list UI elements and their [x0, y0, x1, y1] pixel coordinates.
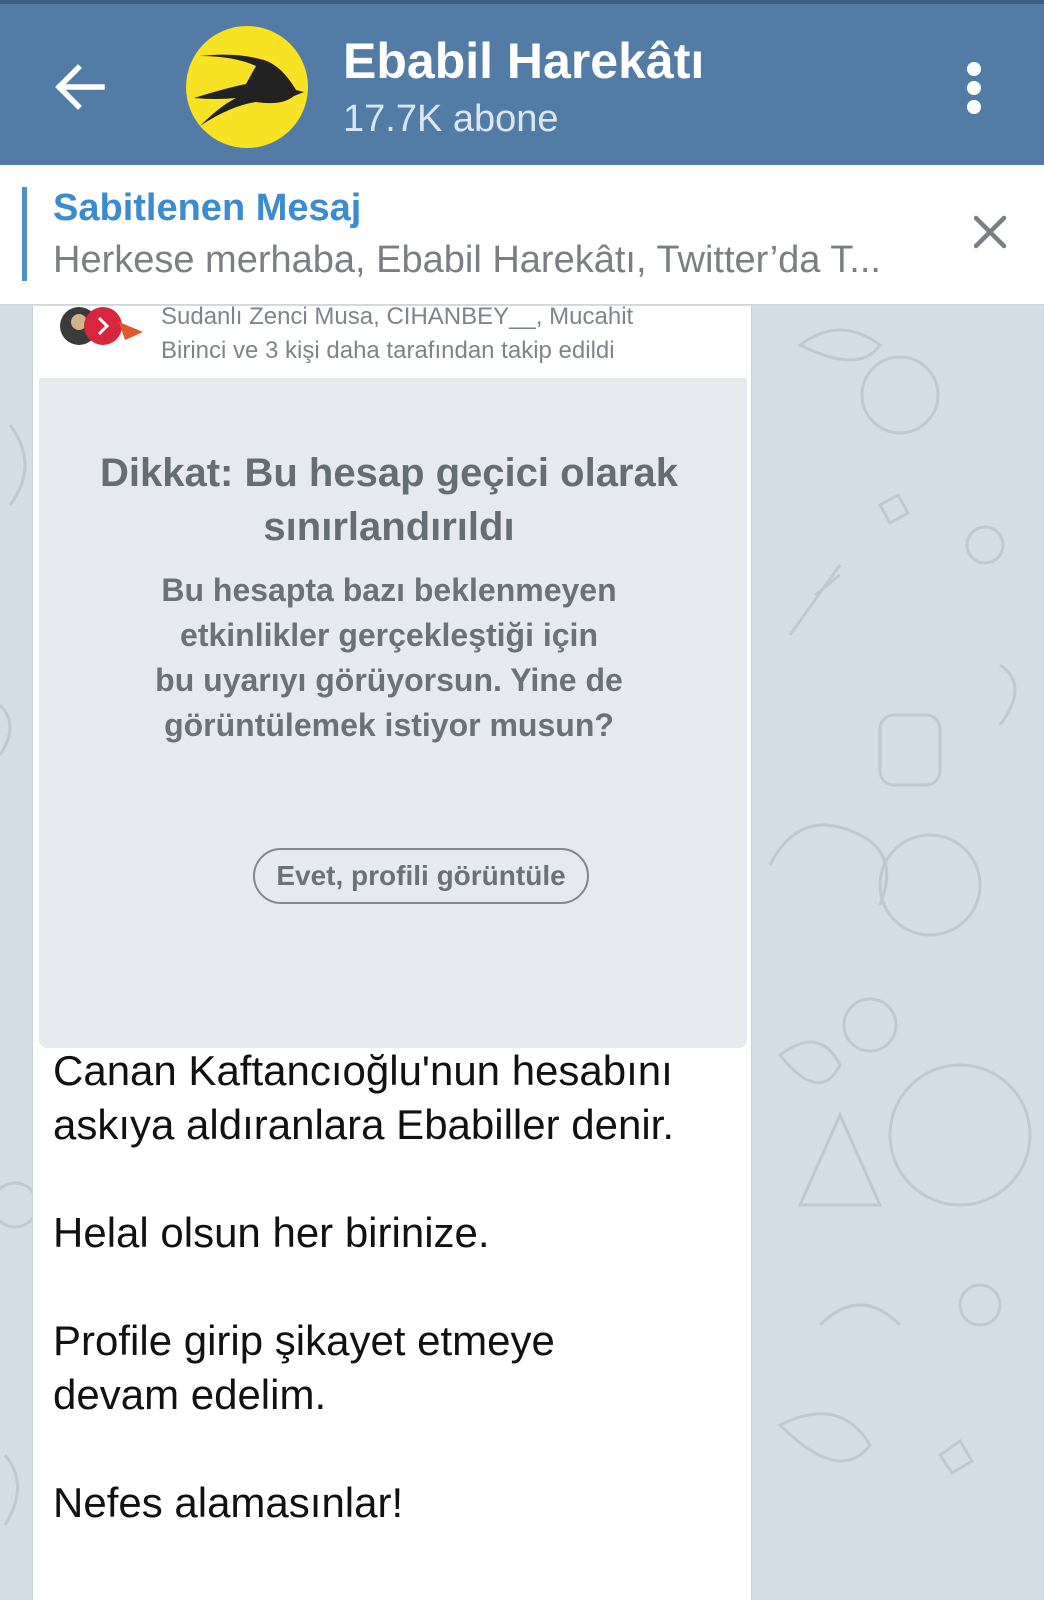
warning-line: görüntülemek istiyor musun?: [164, 707, 614, 743]
channel-header: Ebabil Harekâtı 17.7K abone: [0, 0, 1044, 165]
followers-line-1: Sudanlı Zenci Musa, CIHANBEY__, Mucahit: [161, 303, 634, 330]
channel-avatar[interactable]: [186, 26, 308, 148]
close-icon: [973, 215, 1007, 249]
restricted-account-warning: Dikkat: Bu hesap geçici olarak sınırland…: [39, 378, 747, 1048]
channel-title: Ebabil Harekâtı: [343, 33, 705, 89]
back-button[interactable]: [52, 62, 108, 112]
more-vertical-icon: [967, 62, 981, 76]
message-bubble[interactable]: Sudanlı Zenci Musa, CIHANBEY__, Mucahit …: [32, 303, 752, 1600]
more-vertical-icon-dot: [967, 100, 981, 114]
pinned-close-button[interactable]: [970, 212, 1010, 252]
pinned-accent-line: [22, 187, 27, 281]
pinned-message-bar[interactable]: Sabitlenen Mesaj Herkese merhaba, Ebabil…: [0, 165, 1044, 305]
followers-info: Sudanlı Zenci Musa, CIHANBEY__, Mucahit …: [161, 300, 633, 368]
warning-line: Bu hesapta bazı beklenmeyen: [161, 572, 617, 608]
more-menu-button[interactable]: [960, 60, 990, 116]
warning-body: Bu hesapta bazı beklenmeyen etkinlikler …: [119, 568, 659, 748]
message-line: Profile girip şikayet etmeye: [53, 1317, 555, 1364]
swallow-logo-icon: [194, 54, 304, 126]
screenshot-followers-row: Sudanlı Zenci Musa, CIHANBEY__, Mucahit …: [39, 303, 747, 378]
message-line: Canan Kaftancıoğlu'nun hesabını: [53, 1047, 673, 1094]
message-line: askıya aldıranlara Ebabiller denir.: [53, 1101, 675, 1148]
pinned-preview-text: Herkese merhaba, Ebabil Harekâtı, Twitte…: [53, 239, 881, 281]
subscriber-count: 17.7K abone: [343, 98, 559, 140]
follower-avatars-icon: [60, 307, 143, 345]
message-line: Helal olsun her birinize.: [53, 1209, 490, 1256]
view-profile-button: Evet, profili görüntüle: [253, 848, 589, 904]
message-text: Canan Kaftancıoğlu'nun hesabını askıya a…: [53, 1044, 743, 1530]
followers-line-2: Birinci ve 3 kişi daha tarafından takip …: [161, 337, 615, 364]
more-vertical-icon-dot: [967, 81, 981, 95]
warning-line: etkinlikler gerçekleştiği için: [180, 617, 598, 653]
pinned-title: Sabitlenen Mesaj: [53, 187, 362, 229]
message-line: devam edelim.: [53, 1371, 327, 1418]
warning-line: bu uyarıyı görüyorsun. Yine de: [155, 662, 623, 698]
warning-title: Dikkat: Bu hesap geçici olarak sınırland…: [99, 451, 678, 549]
message-line: Nefes alamasınlar!: [53, 1479, 404, 1526]
arrow-left-icon: [55, 64, 105, 110]
